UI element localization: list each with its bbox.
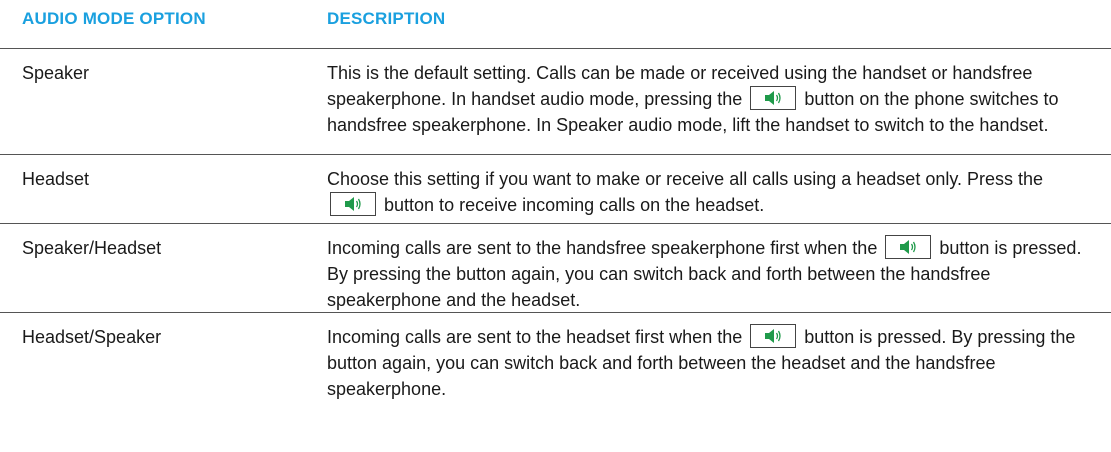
speaker-icon bbox=[765, 91, 781, 106]
audio-mode-option: Headset bbox=[22, 169, 90, 189]
speaker-icon bbox=[765, 329, 781, 344]
column-header-description: DESCRIPTION bbox=[327, 9, 446, 28]
audio-mode-option: Speaker/Headset bbox=[22, 238, 162, 258]
description-text: Incoming calls are sent to the headset f… bbox=[327, 327, 743, 347]
audio-mode-table: AUDIO MODE OPTION DESCRIPTION Speaker Th… bbox=[0, 0, 1111, 416]
description-text: Incoming calls are sent to the handsfree… bbox=[327, 238, 878, 258]
audio-mode-description: Incoming calls are sent to the handsfree… bbox=[327, 224, 1087, 313]
column-header-audio-mode-option: AUDIO MODE OPTION bbox=[22, 9, 206, 28]
speaker-button-image bbox=[750, 86, 797, 111]
speaker-button-image bbox=[885, 235, 932, 260]
table-row: Headset/Speaker Incoming calls are sent … bbox=[0, 313, 1111, 416]
description-text: button to receive incoming calls on the … bbox=[384, 195, 765, 215]
table-row: Headset Choose this setting if you want … bbox=[0, 155, 1111, 224]
speaker-icon bbox=[345, 197, 361, 212]
audio-mode-description: Choose this setting if you want to make … bbox=[327, 155, 1087, 218]
description-text: Choose this setting if you want to make … bbox=[327, 169, 1044, 189]
audio-mode-option: Headset/Speaker bbox=[22, 327, 162, 347]
speaker-icon bbox=[900, 240, 916, 255]
speaker-button-image bbox=[750, 324, 797, 349]
speaker-button-image bbox=[330, 192, 376, 217]
table-header: AUDIO MODE OPTION DESCRIPTION bbox=[0, 0, 1111, 49]
audio-mode-description: Incoming calls are sent to the headset f… bbox=[327, 313, 1087, 402]
table-row: Speaker/Headset Incoming calls are sent … bbox=[0, 224, 1111, 313]
audio-mode-description: This is the default setting. Calls can b… bbox=[327, 49, 1087, 138]
audio-mode-option: Speaker bbox=[22, 63, 90, 83]
table-row: Speaker This is the default setting. Cal… bbox=[0, 49, 1111, 155]
